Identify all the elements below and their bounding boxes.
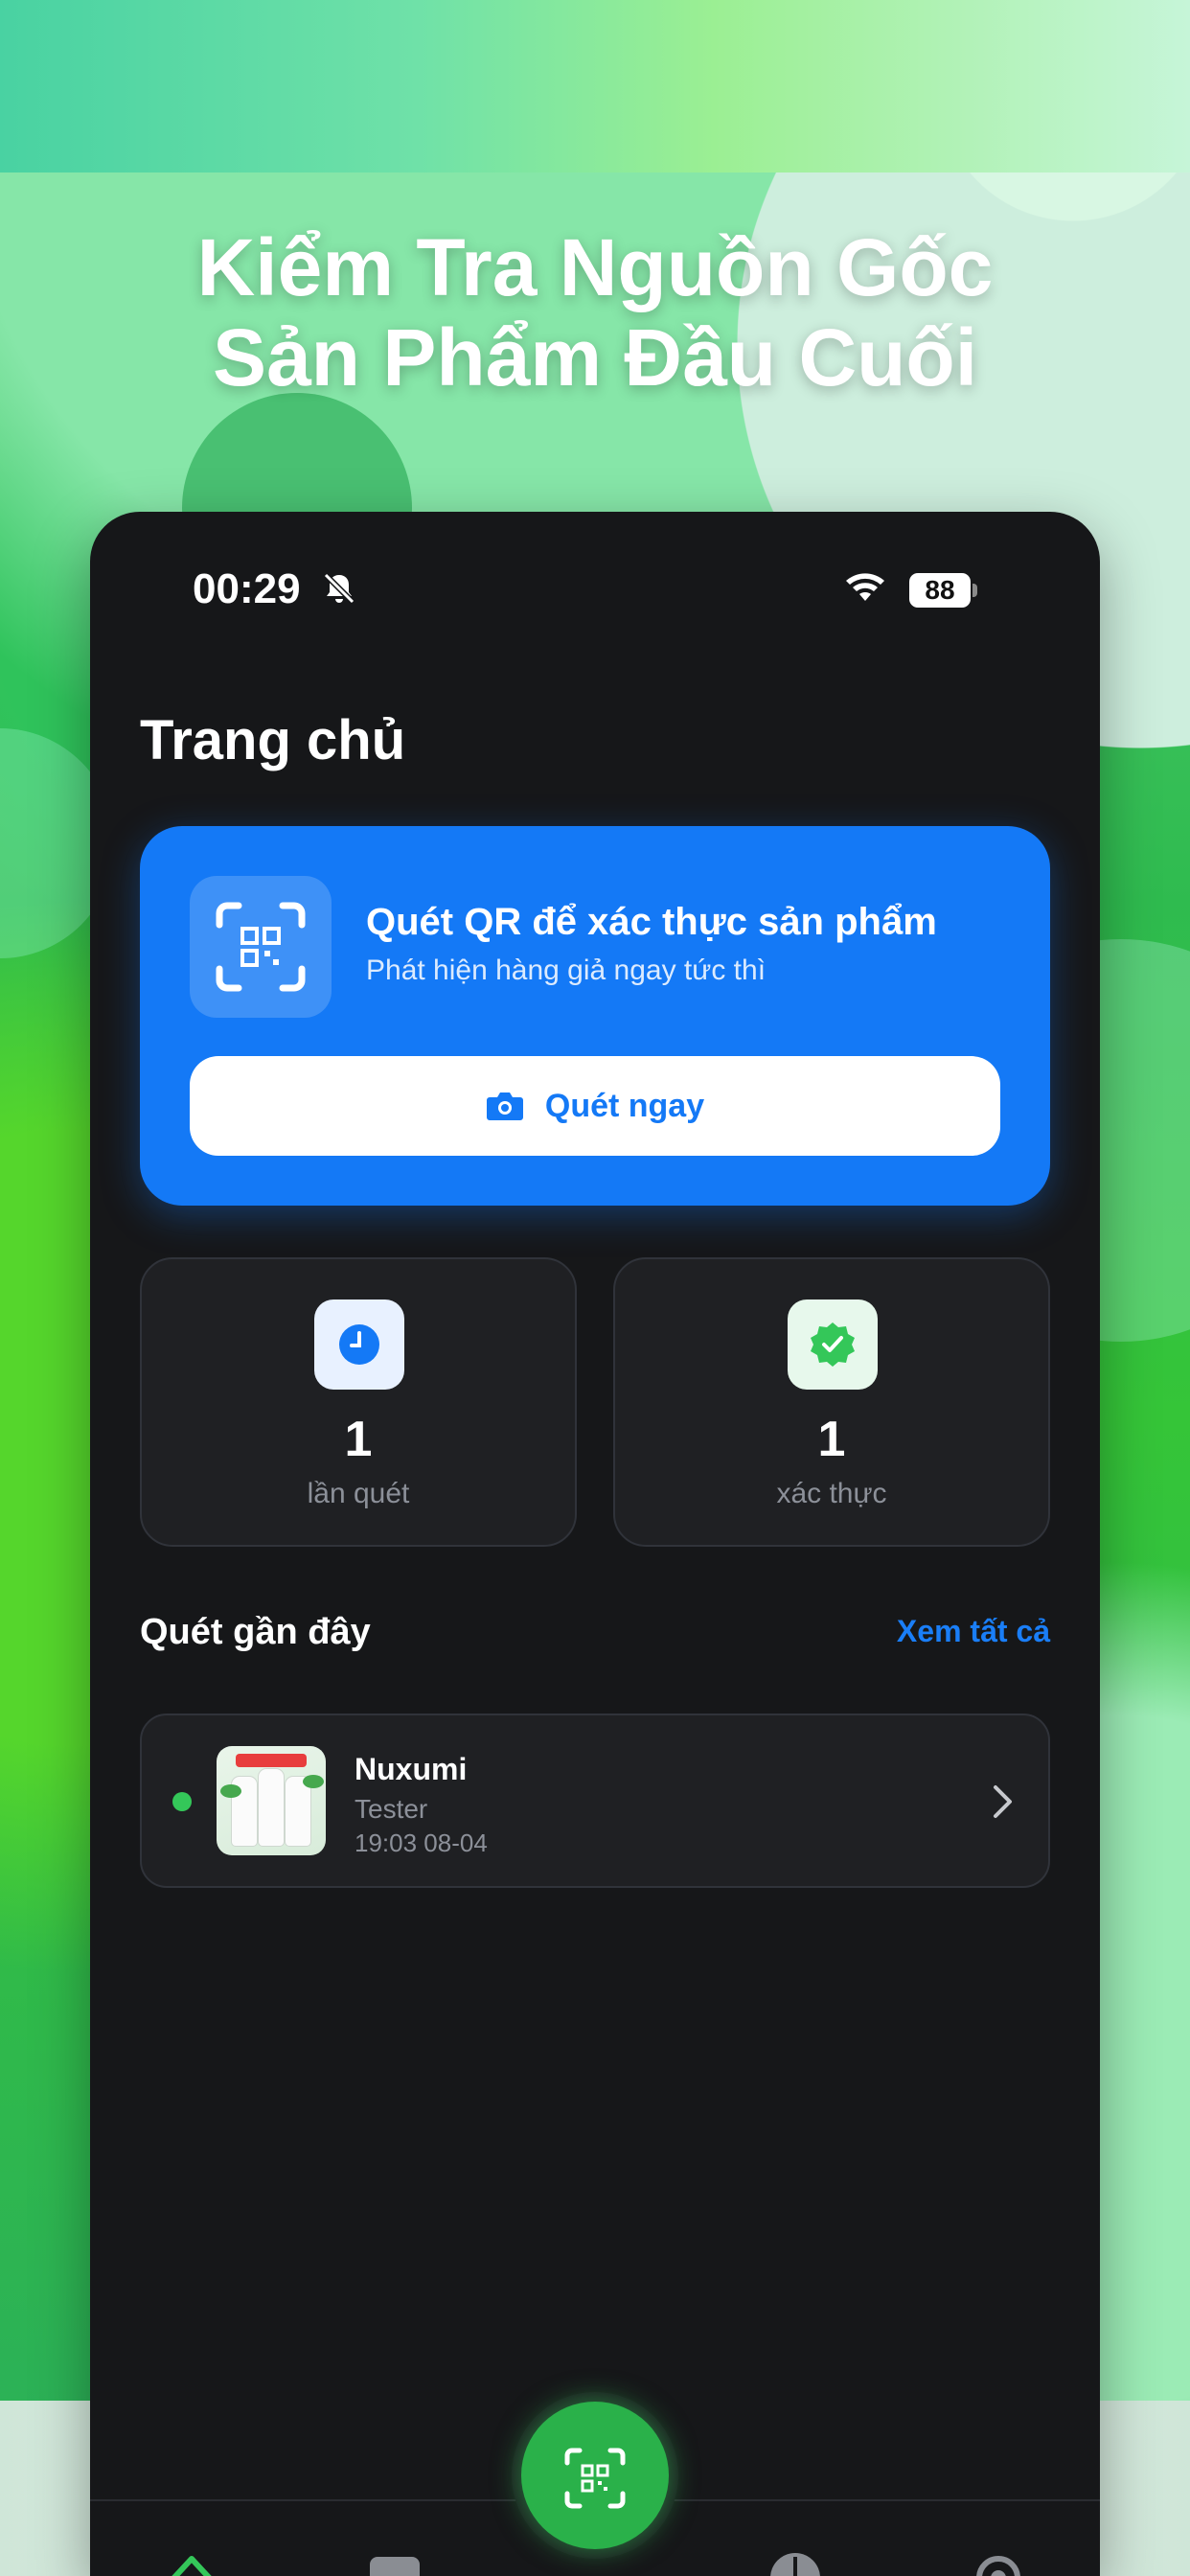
stat-card-scans: 1 lần quét [140,1257,577,1547]
stat-label: lần quét [307,1478,410,1509]
stat-label: xác thực [776,1478,887,1509]
qr-scan-icon [190,876,332,1018]
recent-scans-title: Quét gần đây [140,1612,371,1652]
status-dot [172,1792,192,1811]
phone-screen: 00:29 88 Trang chủ Quét QR để xác thực s… [90,512,1100,2576]
scan-card: Quét QR để xác thực sản phẩm Phát hiện h… [140,826,1050,1206]
scan-now-label: Quét ngay [544,1087,705,1124]
home-icon[interactable] [163,2549,220,2576]
status-time: 00:29 [193,565,301,612]
wifi-icon [846,573,884,601]
battery-icon: 88 [909,573,971,608]
promo-headline: Kiểm Tra Nguồn Gốc Sản Phẩm Đầu Cuối [0,222,1190,402]
product-thumbnail [217,1746,326,1855]
stat-card-verified: 1 xác thực [613,1257,1050,1547]
headline-line-2: Sản Phẩm Đầu Cuối [212,312,978,402]
background-top-band [0,0,1190,172]
scan-time: 19:03 08-04 [355,1828,488,1857]
box-icon[interactable] [368,2549,422,2576]
product-brand: Tester [355,1794,428,1824]
qr-scan-icon [564,2448,626,2509]
stat-value: 1 [344,1412,373,1467]
list-item[interactable]: Nuxumi Tester 19:03 08-04 [140,1714,1050,1888]
see-all-link[interactable]: Xem tất cả [897,1614,1050,1649]
scan-fab-inner [521,2402,669,2549]
battery-tip [973,584,977,597]
status-bar: 00:29 88 [90,512,1100,612]
bell-slash-icon [323,572,355,605]
clock-icon [314,1300,404,1390]
product-name: Nuxumi [355,1752,468,1786]
scan-card-subtitle: Phát hiện hàng giả ngay tức thì [366,954,767,986]
scan-card-title: Quét QR để xác thực sản phẩm [366,901,937,943]
headline-line-1: Kiểm Tra Nguồn Gốc [196,222,994,312]
gear-icon[interactable] [972,2549,1025,2576]
chevron-right-icon [994,1785,1012,1818]
scan-fab-button[interactable] [512,2392,678,2559]
stat-value: 1 [817,1412,846,1467]
verified-badge-icon [788,1300,878,1390]
page-title: Trang chủ [140,709,406,771]
camera-icon [486,1092,523,1120]
clock-icon[interactable] [768,2549,822,2576]
scan-now-button[interactable]: Quét ngay [190,1056,1000,1156]
